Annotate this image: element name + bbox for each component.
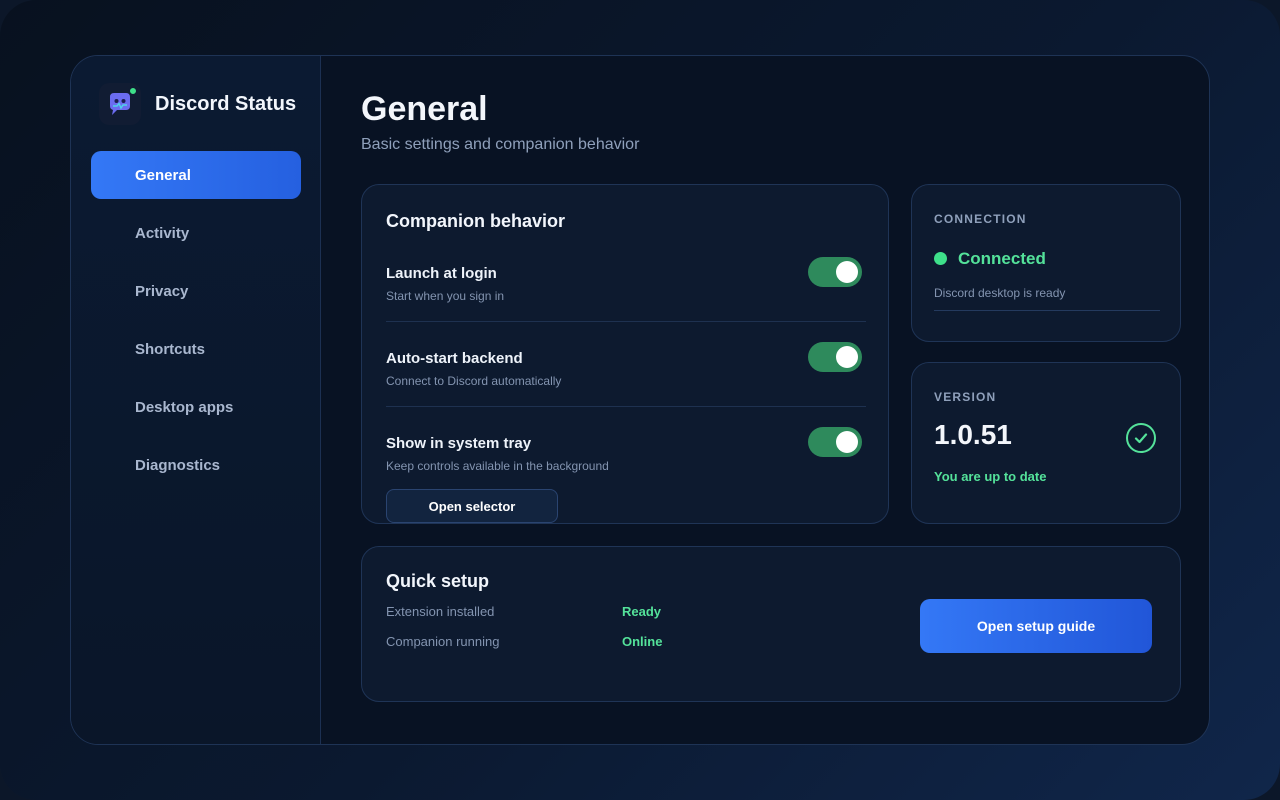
- sidebar-item-shortcuts[interactable]: Shortcuts: [91, 325, 301, 373]
- discord-bot-icon: [99, 83, 141, 125]
- setup-row-label: Companion running: [386, 634, 500, 649]
- sidebar-item-desktop-apps[interactable]: Desktop apps: [91, 383, 301, 431]
- version-card: VERSION 1.0.51 You are up to date: [911, 362, 1181, 524]
- page-subtitle: Basic settings and companion behavior: [361, 136, 640, 153]
- setting-auto-start-backend: Auto-start backend Connect to Discord au…: [386, 342, 866, 420]
- connection-status: Connected: [958, 249, 1046, 268]
- auto-start-backend-toggle[interactable]: [808, 342, 862, 372]
- setting-description: Keep controls available in the backgroun…: [386, 459, 609, 473]
- sidebar-item-general[interactable]: General: [91, 151, 301, 199]
- open-selector-button[interactable]: Open selector: [386, 489, 558, 523]
- divider: [386, 406, 866, 407]
- sidebar-item-diagnostics[interactable]: Diagnostics: [91, 441, 301, 489]
- toggle-knob: [836, 346, 858, 368]
- app-name: Discord Status: [155, 92, 297, 115]
- show-in-system-tray-toggle[interactable]: [808, 427, 862, 457]
- sidebar-nav: General Activity Privacy Shortcuts Deskt…: [91, 151, 301, 499]
- check-circle-icon: [1126, 423, 1156, 453]
- setting-description: Connect to Discord automatically: [386, 374, 562, 388]
- launch-at-login-toggle[interactable]: [808, 257, 862, 287]
- setup-row-status: Ready: [622, 604, 662, 619]
- card-title: Quick setup: [386, 571, 490, 591]
- sidebar: Discord Status General Activity Privacy …: [71, 56, 321, 744]
- main-content: General Basic settings and companion beh…: [321, 56, 1209, 744]
- card-title: Companion behavior: [386, 211, 566, 231]
- connection-heading: CONNECTION: [934, 212, 1027, 226]
- sidebar-item-label: Activity: [135, 224, 190, 242]
- online-dot-icon: [128, 86, 138, 96]
- divider: [934, 310, 1160, 311]
- setup-row-label: Extension installed: [386, 604, 495, 619]
- connection-description: Discord desktop is ready: [934, 286, 1066, 300]
- companion-behavior-card: Companion behavior Launch at login Start…: [361, 184, 889, 524]
- connection-card: CONNECTION Connected Discord desktop is …: [911, 184, 1181, 342]
- divider: [386, 321, 866, 322]
- setup-row-status: Online: [622, 634, 663, 649]
- sidebar-item-label: General: [135, 166, 191, 184]
- setting-label: Show in system tray: [386, 435, 532, 452]
- page-title: General: [361, 90, 488, 128]
- toggle-knob: [836, 261, 858, 283]
- sidebar-item-label: Diagnostics: [135, 456, 221, 474]
- version-heading: VERSION: [934, 390, 997, 404]
- setting-description: Start when you sign in: [386, 289, 505, 303]
- quick-setup-card: Quick setup Extension installed Ready Co…: [361, 546, 1181, 702]
- open-setup-guide-button[interactable]: Open setup guide: [920, 599, 1152, 653]
- toggle-knob: [836, 431, 858, 453]
- sidebar-item-label: Desktop apps: [135, 398, 234, 416]
- setting-label: Launch at login: [386, 265, 497, 282]
- setting-label: Auto-start backend: [386, 350, 523, 367]
- version-number: 1.0.51: [934, 419, 1012, 450]
- sidebar-item-label: Privacy: [135, 282, 189, 300]
- update-status: You are up to date: [934, 469, 1047, 484]
- sidebar-item-label: Shortcuts: [135, 340, 206, 358]
- sidebar-item-privacy[interactable]: Privacy: [91, 267, 301, 315]
- sidebar-item-activity[interactable]: Activity: [91, 209, 301, 257]
- setting-launch-at-login: Launch at login Start when you sign in: [386, 257, 866, 335]
- brand: Discord Status: [99, 82, 296, 126]
- connected-status-icon: [934, 252, 947, 265]
- app-window: Discord Status General Activity Privacy …: [70, 55, 1210, 745]
